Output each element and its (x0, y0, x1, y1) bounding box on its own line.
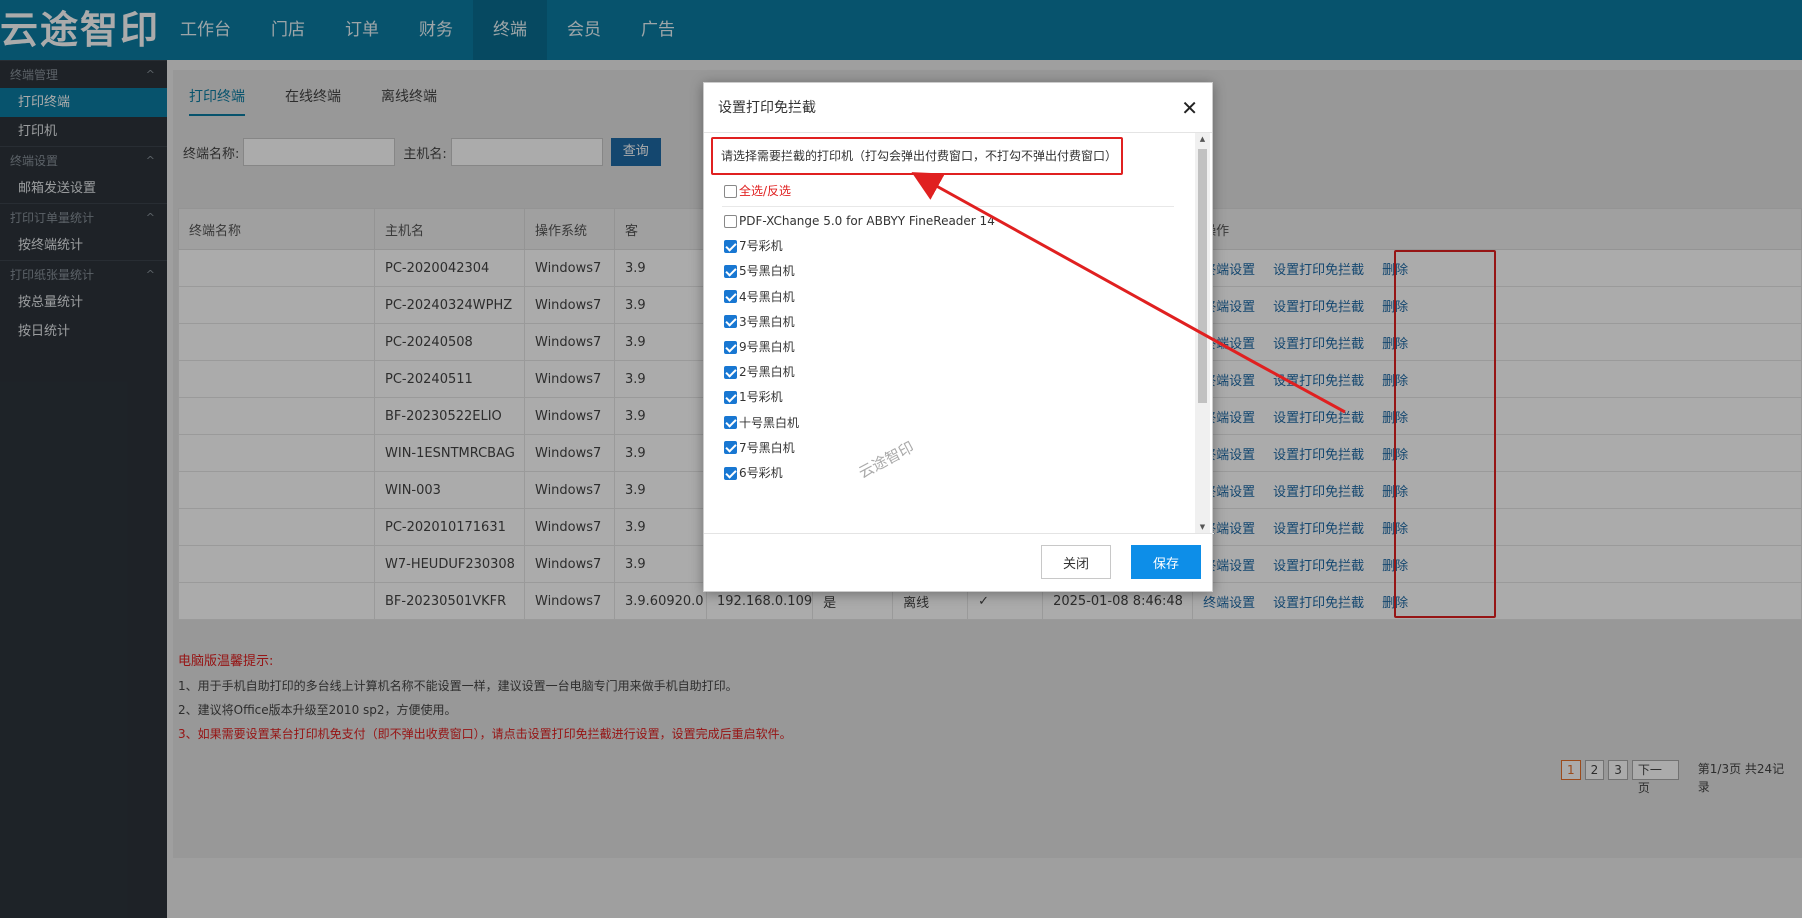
checkbox-icon[interactable] (724, 290, 737, 304)
printer-name: 4号黑白机 (739, 289, 795, 304)
printer-name: 3号黑白机 (739, 314, 795, 329)
watermark: 云途智印 (855, 437, 917, 482)
dialog-hint: 请选择需要拦截的打印机（打勾会弹出付费窗口，不打勾不弹出付费窗口） (711, 137, 1123, 175)
printer-name: 7号彩机 (739, 239, 783, 254)
close-button[interactable]: 关闭 (1041, 545, 1111, 579)
print-exempt-dialog: 设置打印免拦截 ✕ 请选择需要拦截的打印机（打勾会弹出付费窗口，不打勾不弹出付费… (703, 82, 1214, 593)
save-button[interactable]: 保存 (1131, 545, 1201, 579)
printer-checkbox-row[interactable]: 4号黑白机 (724, 285, 795, 309)
close-icon[interactable]: ✕ (1181, 83, 1198, 133)
printer-name: 6号彩机 (739, 466, 783, 480)
printer-checkbox-row[interactable]: 7号黑白机 (724, 436, 795, 460)
dialog-header: 设置打印免拦截 ✕ (704, 83, 1212, 133)
printer-checkbox-row[interactable]: 5号黑白机 (724, 259, 795, 283)
checkbox-icon[interactable] (724, 214, 737, 228)
select-all-checkbox[interactable]: 全选/反选 (724, 179, 791, 203)
printer-name: 1号彩机 (739, 390, 783, 405)
printer-name: 7号黑白机 (739, 440, 795, 455)
checkbox-icon[interactable] (724, 365, 737, 379)
checkbox-icon[interactable] (724, 184, 737, 198)
select-all-label: 全选/反选 (739, 184, 792, 198)
divider (722, 206, 1174, 207)
printer-name: 十号黑白机 (739, 415, 800, 430)
dialog-title: 设置打印免拦截 (718, 100, 816, 116)
scroll-thumb[interactable] (1198, 149, 1207, 403)
checkbox-icon[interactable] (724, 315, 737, 329)
dialog-scrollbar[interactable]: ▲ ▼ (1195, 133, 1210, 533)
checkbox-icon[interactable] (724, 239, 737, 253)
printer-name: PDF-XChange 5.0 for ABBYY FineReader 14 (739, 214, 995, 228)
printer-name: 2号黑白机 (739, 365, 795, 380)
dialog-footer: 关闭 保存 (704, 533, 1214, 593)
printer-checkbox-row[interactable]: 3号黑白机 (724, 310, 795, 334)
printer-name: 5号黑白机 (739, 264, 795, 279)
checkbox-icon[interactable] (724, 340, 737, 354)
printer-checkbox-row[interactable]: 6号彩机 (724, 461, 783, 485)
printer-checkbox-row[interactable]: 9号黑白机 (724, 335, 795, 359)
checkbox-icon[interactable] (724, 441, 737, 455)
scroll-down-icon[interactable]: ▼ (1198, 523, 1207, 531)
printer-checkbox-row[interactable]: 1号彩机 (724, 385, 783, 409)
dialog-body: 请选择需要拦截的打印机（打勾会弹出付费窗口，不打勾不弹出付费窗口） 云途智印 ▲… (704, 133, 1214, 533)
printer-checkbox-row[interactable]: PDF-XChange 5.0 for ABBYY FineReader 14 (724, 209, 995, 233)
checkbox-icon[interactable] (724, 264, 737, 278)
printer-checkbox-row[interactable]: 十号黑白机 (724, 411, 799, 435)
checkbox-icon[interactable] (724, 416, 737, 430)
printer-checkbox-row[interactable]: 7号彩机 (724, 234, 783, 258)
checkbox-icon[interactable] (724, 390, 737, 404)
printer-name: 9号黑白机 (739, 340, 795, 354)
scroll-up-icon[interactable]: ▲ (1198, 135, 1207, 143)
checkbox-icon[interactable] (724, 466, 737, 480)
printer-checkbox-row[interactable]: 2号黑白机 (724, 360, 795, 384)
